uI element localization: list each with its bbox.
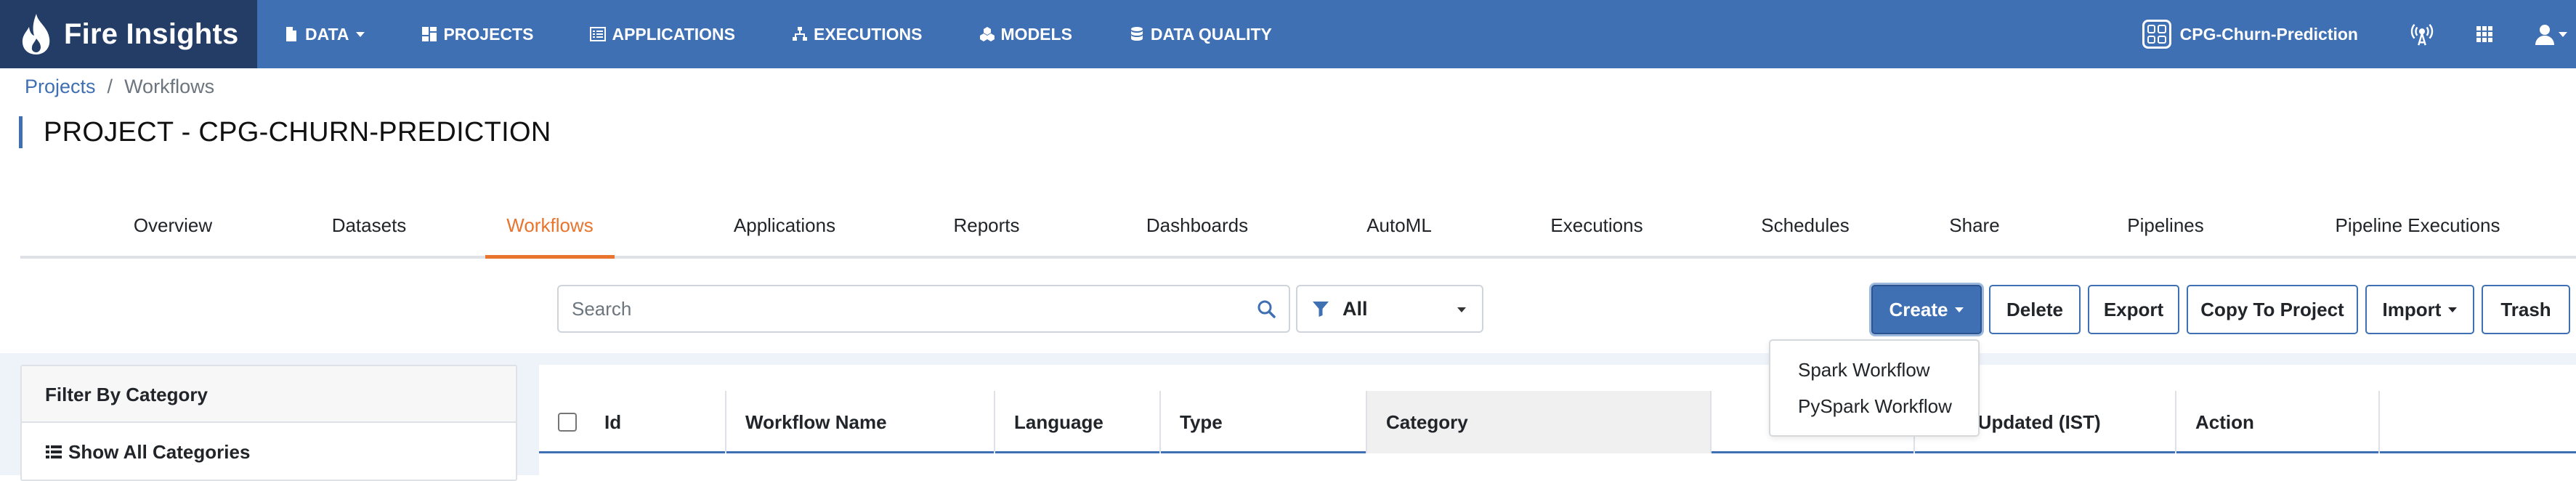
page-title: PROJECT - CPG-CHURN-PREDICTION <box>19 116 551 148</box>
nav-models-label: MODELS <box>1000 24 1072 44</box>
tab-datasets[interactable]: Datasets <box>296 202 442 259</box>
trash-button[interactable]: Trash <box>2482 285 2570 334</box>
column-category[interactable]: Category <box>1367 391 1712 453</box>
nav-applications[interactable]: APPLICATIONS <box>590 25 735 44</box>
search-box <box>557 285 1290 333</box>
search-icon[interactable] <box>1257 299 1276 318</box>
column-type[interactable]: Type <box>1161 391 1367 453</box>
nav-data-quality-label: DATA QUALITY <box>1150 24 1272 44</box>
import-button[interactable]: Import <box>2365 285 2474 334</box>
broadcast-icon[interactable] <box>2409 21 2435 47</box>
select-all-checkbox[interactable] <box>558 413 577 432</box>
chevron-down-icon <box>2559 31 2567 37</box>
nav-data[interactable]: DATA <box>283 25 365 44</box>
export-button[interactable]: Export <box>2088 285 2179 334</box>
nav-applications-label: APPLICATIONS <box>612 24 735 44</box>
tab-applications[interactable]: Applications <box>690 202 879 259</box>
tab-dashboards[interactable]: Dashboards <box>1110 202 1284 259</box>
list-icon <box>46 445 62 458</box>
sitemap-icon <box>792 27 807 41</box>
brand-name: Fire Insights <box>64 17 239 50</box>
show-all-categories[interactable]: Show All Categories <box>22 423 516 481</box>
list-icon <box>590 27 607 41</box>
menu-item-spark-workflow[interactable]: Spark Workflow <box>1770 354 1978 390</box>
project-switcher-label: CPG-Churn-Prediction <box>2179 24 2358 44</box>
nav-projects[interactable]: PROJECTS <box>421 25 533 44</box>
filter-value: All <box>1342 297 1368 320</box>
dashboard-icon <box>422 27 437 41</box>
create-button[interactable]: Create <box>1871 285 1982 334</box>
top-navbar: Fire Insights DATA PROJECTS APPLICATIONS… <box>0 0 2576 68</box>
project-tabs: Overview Datasets Workflows Applications… <box>20 202 2576 259</box>
main-menu: DATA PROJECTS APPLICATIONS EXECUTIONS MO… <box>283 0 1329 68</box>
tab-executions[interactable]: Executions <box>1513 202 1680 259</box>
user-menu[interactable] <box>2534 23 2567 45</box>
copy-to-project-button[interactable]: Copy To Project <box>2187 285 2358 334</box>
chevron-down-icon <box>1457 307 1466 312</box>
menu-item-pyspark-workflow[interactable]: PySpark Workflow <box>1770 390 1978 427</box>
import-button-label: Import <box>2382 298 2442 320</box>
column-action[interactable]: Action <box>2176 391 2380 453</box>
tab-schedules[interactable]: Schedules <box>1722 202 1889 259</box>
brand[interactable]: Fire Insights <box>0 0 257 68</box>
create-dropdown-menu: Spark Workflow PySpark Workflow <box>1769 339 1980 437</box>
workflows-table: Id Workflow Name Language Type Category … <box>539 365 2576 481</box>
chevron-down-icon <box>2448 307 2458 312</box>
navbar-right: CPG-Churn-Prediction <box>2142 0 2576 68</box>
nav-data-label: DATA <box>305 24 349 44</box>
chevron-down-icon <box>1955 307 1964 312</box>
project-grid-icon <box>2142 20 2171 49</box>
column-workflow-name[interactable]: Workflow Name <box>726 391 995 453</box>
column-language[interactable]: Language <box>995 391 1161 453</box>
create-button-label: Create <box>1889 298 1948 320</box>
tab-automl[interactable]: AutoML <box>1327 202 1472 259</box>
breadcrumb-separator: / <box>107 76 113 97</box>
breadcrumb-projects[interactable]: Projects <box>25 76 96 98</box>
show-all-categories-label: Show All Categories <box>68 440 251 463</box>
search-input[interactable] <box>559 297 1257 320</box>
file-icon <box>286 27 296 41</box>
breadcrumb-current: Workflows <box>124 76 215 97</box>
delete-button[interactable]: Delete <box>1989 285 2081 334</box>
nav-data-quality[interactable]: DATA QUALITY <box>1129 25 1272 44</box>
tab-reports[interactable]: Reports <box>914 202 1059 259</box>
category-filter-select[interactable]: All <box>1296 285 1483 333</box>
cubes-icon <box>979 27 995 41</box>
apps-grid-icon[interactable] <box>2471 21 2498 47</box>
database-icon <box>1130 27 1143 41</box>
nav-executions-label: EXECUTIONS <box>813 24 923 44</box>
filter-panel-title: Filter By Category <box>22 366 516 423</box>
nav-models[interactable]: MODELS <box>979 25 1072 44</box>
tab-overview[interactable]: Overview <box>100 202 246 259</box>
tab-pipelines[interactable]: Pipelines <box>2078 202 2253 259</box>
select-all-cell <box>539 391 581 453</box>
flame-logo-icon <box>22 14 50 54</box>
breadcrumb: Projects / Workflows <box>25 76 214 98</box>
filter-by-category-panel: Filter By Category Show All Categories <box>20 365 517 481</box>
nav-executions[interactable]: EXECUTIONS <box>792 25 923 44</box>
project-switcher[interactable]: CPG-Churn-Prediction <box>2142 20 2358 49</box>
tab-pipeline-executions[interactable]: Pipeline Executions <box>2287 202 2548 259</box>
filter-icon <box>1313 302 1329 317</box>
nav-projects-label: PROJECTS <box>443 24 534 44</box>
user-icon <box>2535 25 2554 45</box>
chevron-down-icon <box>356 31 365 37</box>
table-header: Id Workflow Name Language Type Category … <box>539 391 2576 453</box>
tab-share[interactable]: Share <box>1902 202 2047 259</box>
tab-workflows[interactable]: Workflows <box>485 202 615 259</box>
column-id[interactable]: Id <box>581 391 726 453</box>
